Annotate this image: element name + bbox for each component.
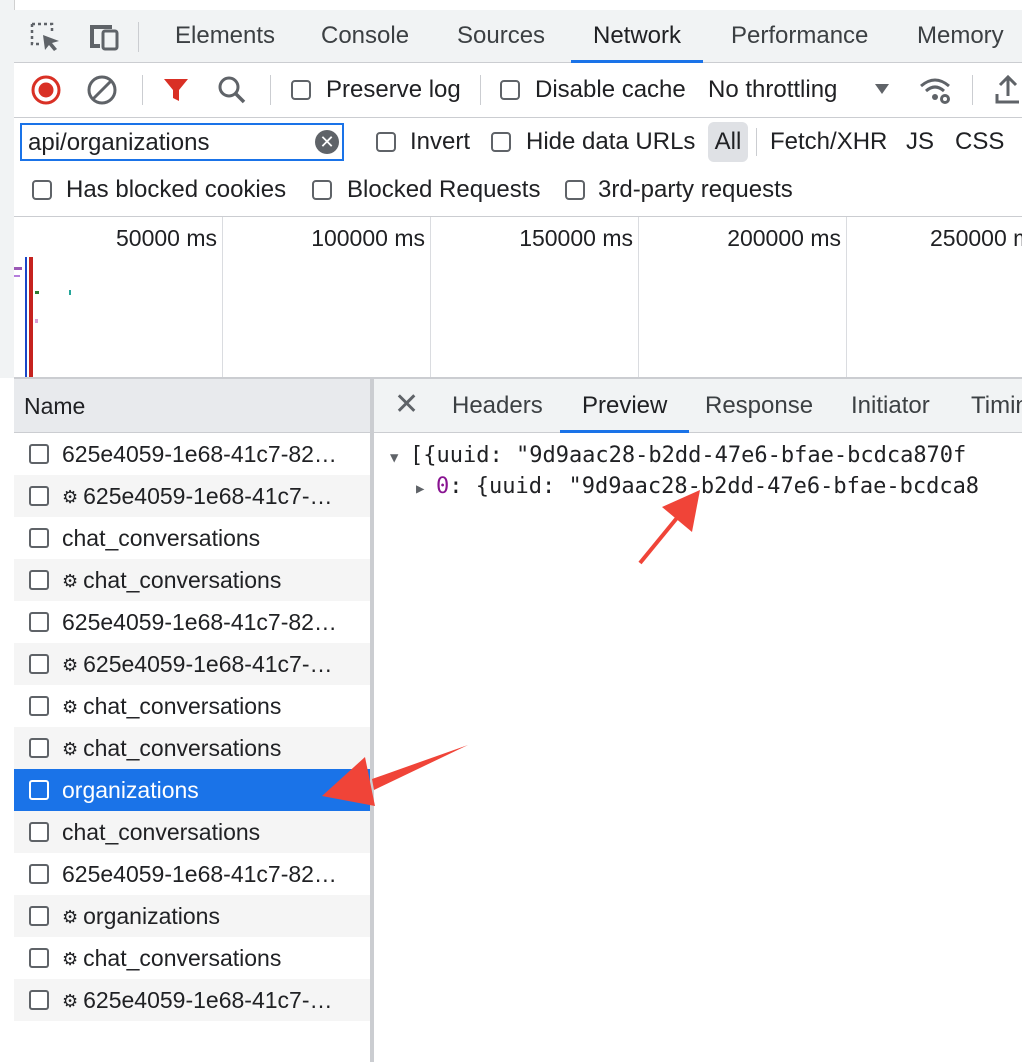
annotation-arrows [322, 490, 700, 806]
annotation-arrow-organizations [322, 745, 468, 806]
annotation-arrow-preview [638, 490, 700, 565]
